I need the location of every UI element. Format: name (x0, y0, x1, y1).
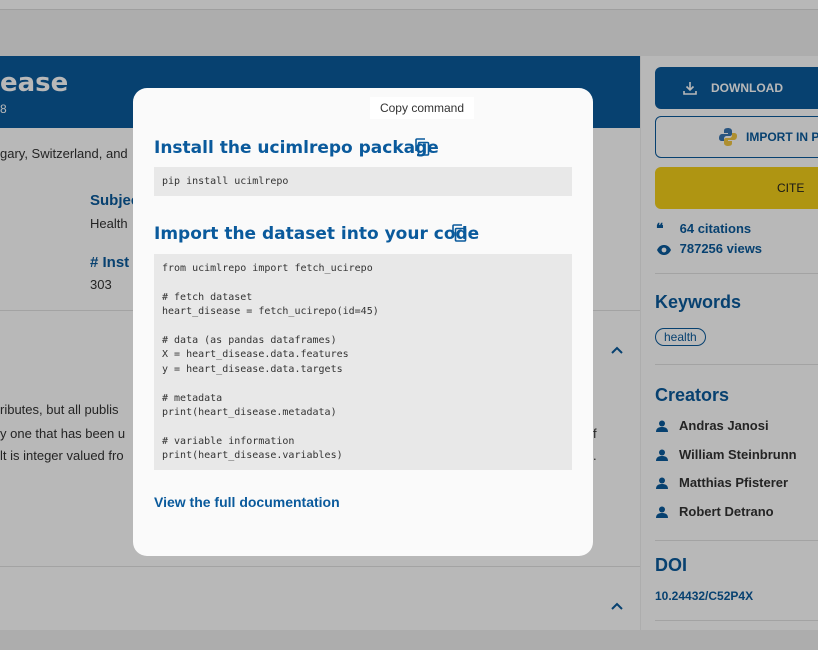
code-line: pip install ucimlrepo (162, 176, 289, 187)
documentation-link[interactable]: View the full documentation (154, 494, 340, 510)
copy-icon[interactable] (414, 138, 430, 156)
import-heading: Import the dataset into your code (154, 224, 480, 244)
code-line: # fetch dataset (162, 291, 253, 303)
code-line: y = heart_disease.data.targets (162, 363, 343, 375)
copy-icon[interactable] (451, 224, 467, 242)
import-code-block: from ucimlrepo import fetch_ucirepo # fe… (154, 254, 572, 470)
code-line: from ucimlrepo import fetch_ucirepo (162, 263, 373, 274)
install-heading: Install the ucimlrepo package (154, 138, 439, 158)
copy-tooltip: Copy command (370, 97, 474, 119)
install-code-block: pip install ucimlrepo (154, 167, 572, 196)
code-line: # data (as pandas dataframes) (162, 334, 337, 346)
code-line: # variable information (162, 435, 295, 447)
code-line: heart_disease = fetch_ucirepo(id=45) (162, 306, 379, 318)
code-line: print(heart_disease.metadata) (162, 406, 337, 418)
code-line: print(heart_disease.variables) (162, 450, 343, 462)
code-line: # metadata (162, 392, 223, 404)
code-line: X = heart_disease.data.features (162, 349, 349, 361)
